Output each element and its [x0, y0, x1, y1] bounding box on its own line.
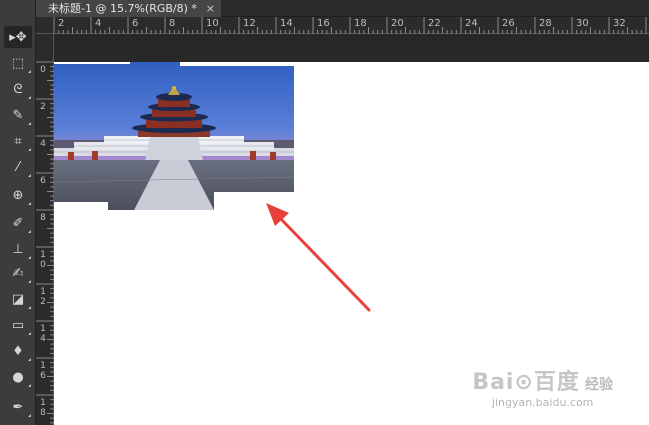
watermark-url: jingyan.baidu.com [491, 396, 594, 409]
photoshop-window: ▸✥ ⬚ ᘓ ✎ ⌗ ⁄ ⊕ ✐ ⊥ ✍ ◪ ▭ ♦ ● ✒ 未标题-1 @ 1… [0, 0, 649, 425]
watermark-caption: 经验 [585, 377, 613, 393]
watermark-logo: Bai⊙百度 [472, 370, 580, 395]
baidu-watermark: Bai⊙百度 经验 jingyan.baidu.com [472, 364, 613, 409]
annotation-arrow [266, 203, 371, 312]
